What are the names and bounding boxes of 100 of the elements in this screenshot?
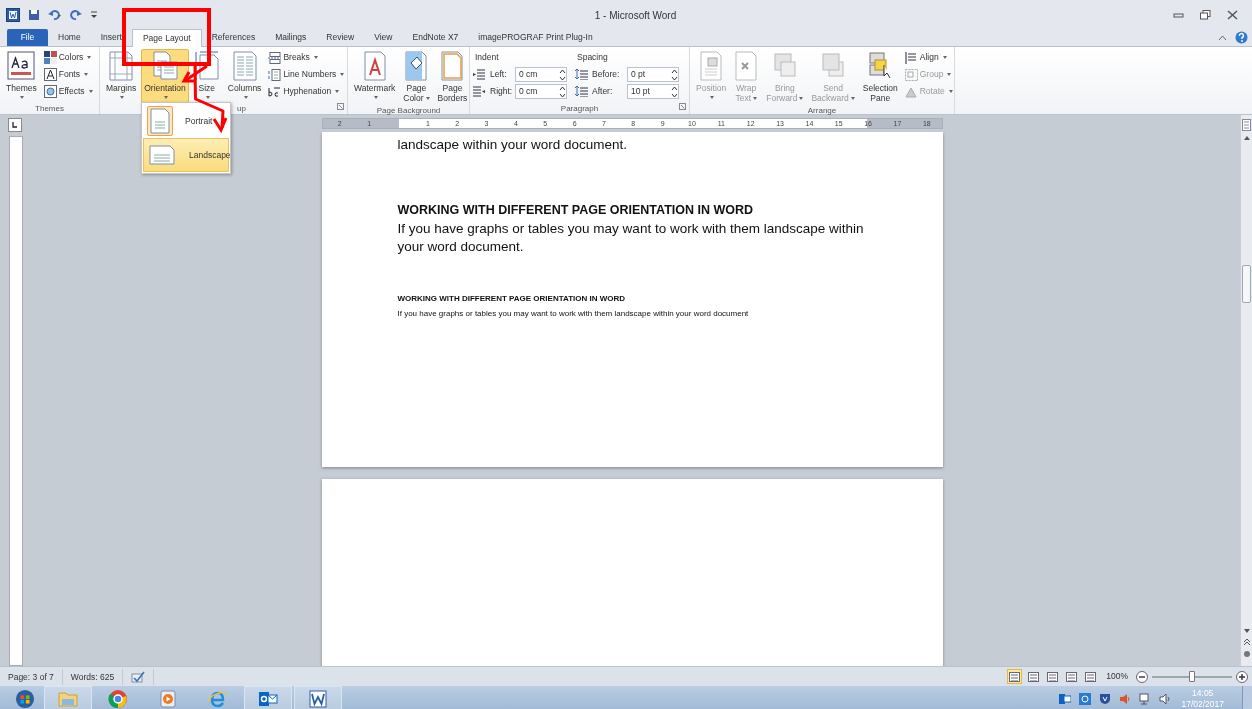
indent-right-icon: [473, 86, 486, 97]
columns-icon: [231, 51, 258, 81]
spin-arrows-icon[interactable]: [559, 68, 566, 81]
paragraph-text: If you have graphs or tables you may want to work with them landscape within your word document.: [397, 219, 865, 256]
view-button[interactable]: [1045, 669, 1061, 684]
network-icon[interactable]: [1139, 693, 1152, 705]
spin-field[interactable]: 0 cm: [515, 84, 567, 99]
close-icon[interactable]: [1227, 10, 1238, 20]
ruler-toggle-icon[interactable]: [1242, 119, 1251, 131]
save-icon[interactable]: [28, 9, 40, 21]
ribbon-tab[interactable]: View: [364, 29, 403, 46]
page-size-icon: [193, 51, 220, 81]
ribbon-button[interactable]: Breaks: [266, 49, 347, 66]
redo-icon[interactable]: [70, 9, 82, 21]
menu-item[interactable]: Landscape: [143, 138, 229, 172]
collapse-ribbon-icon[interactable]: [1218, 33, 1227, 42]
zoom-out-icon[interactable]: [1136, 670, 1148, 683]
ribbon-button[interactable]: Margins: [103, 49, 140, 103]
dialog-launcher-icon[interactable]: [679, 103, 686, 111]
undo-icon[interactable]: [48, 9, 62, 21]
view-button[interactable]: [1026, 669, 1042, 684]
minimize-icon[interactable]: [1173, 10, 1184, 20]
ribbon-tab[interactable]: Home: [48, 29, 91, 46]
customize-menu-icon[interactable]: [90, 9, 98, 21]
ribbon-tab[interactable]: References: [201, 29, 266, 46]
taskbar-button[interactable]: [244, 686, 292, 709]
proofing-icon[interactable]: [131, 671, 146, 684]
ribbon-tab[interactable]: File: [7, 29, 48, 46]
ribbon-tab[interactable]: Review: [316, 29, 365, 46]
ribbon-tab[interactable]: EndNote X7: [402, 29, 469, 46]
position-icon: [699, 51, 724, 81]
spin-field[interactable]: 0 cm: [515, 67, 567, 82]
page-border-icon: [440, 51, 465, 81]
landscape-page-icon: [149, 145, 175, 165]
window-title: 1 - Microsoft Word: [593, 8, 678, 23]
spin-arrows-icon[interactable]: [559, 85, 566, 98]
field-label: Left:: [490, 68, 507, 81]
ribbon-button[interactable]: Fonts: [41, 66, 95, 83]
selection-pane-icon: [868, 51, 893, 81]
dialog-launcher-icon[interactable]: [337, 103, 344, 111]
shield-tray-icon[interactable]: [1099, 693, 1112, 705]
ribbon-tab[interactable]: imagePROGRAF Print Plug-In: [468, 29, 603, 46]
ribbon-button[interactable]: Page Borders: [434, 49, 471, 105]
spacing-after-icon: [575, 86, 588, 97]
wrap-text-icon: [734, 51, 759, 81]
help-icon[interactable]: [1235, 31, 1248, 44]
browse-object-icon[interactable]: [1242, 650, 1251, 658]
group-icon: [904, 68, 918, 81]
group-label: Arrange: [807, 106, 837, 115]
scroll-up-icon[interactable]: [1242, 135, 1251, 141]
orientation-icon: [152, 51, 179, 81]
ribbon-button[interactable]: Hyphenation: [266, 83, 347, 100]
scroll-down-icon[interactable]: [1242, 628, 1251, 634]
spin-field[interactable]: 0 pt: [627, 67, 679, 82]
word-icon[interactable]: [6, 8, 20, 22]
restore-icon[interactable]: [1200, 10, 1211, 20]
page-view-icon: [1085, 671, 1097, 682]
scroll-thumb[interactable]: [1242, 265, 1251, 303]
ribbon-button[interactable]: Page Color: [400, 49, 433, 105]
ribbon-button[interactable]: Colors: [41, 49, 95, 66]
view-button[interactable]: [1083, 669, 1099, 684]
group-label: up: [237, 104, 246, 113]
start-orb-icon: [15, 688, 35, 709]
vertical-scrollbar[interactable]: [1240, 115, 1252, 666]
spin-arrows-icon[interactable]: [671, 85, 678, 98]
previous-page-icon[interactable]: [1242, 638, 1251, 646]
page-count[interactable]: Page: 3 of 7: [0, 668, 63, 685]
zoom-in-icon[interactable]: [1236, 670, 1248, 683]
ribbon-button[interactable]: Selection Pane: [859, 49, 901, 105]
indent-left-icon: [473, 69, 486, 80]
menu-item[interactable]: Portrait: [143, 104, 229, 138]
group-label: Themes: [35, 104, 64, 113]
ribbon-button[interactable]: Orientation: [141, 49, 189, 103]
ribbon-button[interactable]: Align: [902, 49, 955, 66]
word-count[interactable]: Words: 625: [62, 668, 124, 685]
ribbon-button[interactable]: Effects: [41, 83, 95, 100]
ribbon-button[interactable]: Themes: [3, 49, 40, 103]
ribbon-button[interactable]: Columns: [224, 49, 265, 103]
spin-field[interactable]: 10 pt: [627, 84, 679, 99]
hyphenation-icon: [268, 85, 282, 98]
ribbon-tab[interactable]: Insert: [90, 29, 132, 46]
ribbon-button[interactable]: Size: [190, 49, 223, 103]
taskbar-button[interactable]: [294, 686, 342, 709]
view-button[interactable]: [1064, 669, 1080, 684]
ribbon-tab[interactable]: Mailings: [265, 29, 317, 46]
ribbon-button[interactable]: Watermark: [351, 49, 399, 105]
field-label: Before:: [592, 68, 620, 81]
group-heading: Indent: [474, 51, 500, 64]
ribbon-button[interactable]: Line Numbers: [266, 66, 347, 83]
tab-selector-icon[interactable]: [8, 118, 22, 132]
heading-text: WORKING WITH DIFFERENT PAGE ORIENTATION IN WORD: [397, 202, 755, 219]
portrait-page-icon: [149, 108, 171, 134]
page-view-icon: [1028, 671, 1040, 682]
volume-icon[interactable]: [1159, 693, 1172, 705]
zoom-level[interactable]: 100%: [1106, 670, 1128, 683]
page-view-icon: [1066, 671, 1078, 682]
slider-thumb[interactable]: [1189, 670, 1195, 682]
ribbon-tab[interactable]: Page Layout: [131, 29, 202, 47]
spin-arrows-icon[interactable]: [671, 68, 678, 81]
view-button[interactable]: [1007, 669, 1023, 684]
